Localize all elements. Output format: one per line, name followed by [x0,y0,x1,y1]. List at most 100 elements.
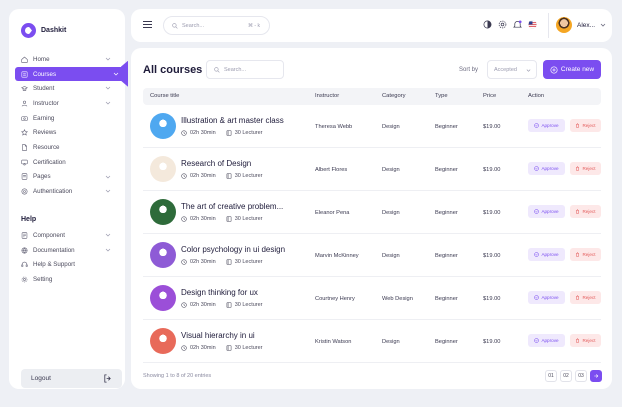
approve-button[interactable]: Approve [528,248,565,261]
sidebar-item-resource[interactable]: Resource [15,140,119,155]
notification-bell-icon[interactable] [513,20,522,29]
language-flag-icon[interactable] [528,20,537,29]
sidebar-item-label: Certification [33,158,66,166]
column-instructor[interactable]: Instructor [315,93,339,99]
table-row[interactable]: Design thinking for ux 02h 30min 30 Lectur… [143,277,601,320]
topbar-divider [548,13,549,38]
sidebar-item-home[interactable]: Home [15,52,119,67]
column-type[interactable]: Type [435,93,448,99]
table-row[interactable]: The art of creative problem... 02h 30min 3… [143,191,601,234]
global-search-placeholder: Search... [182,22,205,29]
page-02-button[interactable]: 02 [560,370,572,382]
reject-button[interactable]: Reject [570,291,601,304]
page-01-button[interactable]: 01 [545,370,557,382]
course-lectures: 30 Lecturer [234,259,263,265]
hamburger-menu-icon[interactable] [143,21,152,28]
theme-toggle-icon[interactable] [483,20,492,29]
sidebar-item-label: Component [33,231,65,239]
course-lectures: 30 Lecturer [234,216,263,222]
lecture-book-icon [226,216,232,222]
approve-button[interactable]: Approve [528,119,565,132]
course-title[interactable]: Illustration & art master class [181,116,284,125]
table-row[interactable]: Color psychology in ui design 02h 30min 30… [143,234,601,277]
sidebar-item-authentication[interactable]: Authentication [15,184,119,199]
sidebar-item-documentation[interactable]: Documentation [15,243,119,258]
next-page-button[interactable] [590,370,602,382]
course-lectures: 30 Lecturer [234,173,263,179]
course-meta: 02h 30min 30 Lecturer [181,259,263,265]
approve-button[interactable]: Approve [528,205,565,218]
sidebar-item-reviews[interactable]: Reviews [15,125,119,140]
reject-button[interactable]: Reject [570,119,601,132]
sidebar-item-setting[interactable]: Setting [15,272,119,287]
reject-button[interactable]: Reject [570,205,601,218]
course-meta: 02h 30min 30 Lecturer [181,216,263,222]
column-course-title[interactable]: Course title [150,93,179,99]
course-search-input[interactable]: Search... [206,60,284,79]
lecture-book-icon [226,259,232,265]
course-title[interactable]: Color psychology in ui design [181,245,285,254]
sidebar-item-certification[interactable]: Certification [15,155,119,170]
check-circle-icon [534,209,540,214]
table-row[interactable]: Research of Design 02h 30min 30 Lecturer Al… [143,148,601,191]
course-price: $19.00 [483,296,501,302]
course-title[interactable]: Research of Design [181,159,251,168]
approve-button[interactable]: Approve [528,334,565,347]
logout-icon [104,374,111,383]
course-title[interactable]: The art of creative problem... [181,202,283,211]
sidebar-item-pages[interactable]: Pages [15,170,119,185]
course-title[interactable]: Design thinking for ux [181,288,258,297]
approve-label: Approve [541,252,559,257]
documentation-icon [21,247,28,253]
sidebar-item-label: Student [33,85,55,93]
sidebar-item-component[interactable]: Component [15,228,119,243]
settings-gear-icon[interactable] [498,20,507,29]
table-row[interactable]: Visual hierarchy in ui 02h 30min 30 Lectur… [143,320,601,363]
sort-select[interactable]: Accepted [487,60,537,79]
check-circle-icon [534,295,540,300]
table-row[interactable]: Illustration & art master class 02h 30min… [143,105,601,148]
course-title[interactable]: Visual hierarchy in ui [181,331,255,340]
approve-label: Approve [541,209,559,214]
sidebar-item-courses[interactable]: Courses [15,66,127,82]
course-lectures: 30 Lecturer [234,345,263,351]
sidebar-item-earning[interactable]: Earning [15,111,119,126]
logout-button[interactable]: Logout [21,369,122,388]
clock-icon [181,259,187,265]
column-category[interactable]: Category [382,93,406,99]
lecture-book-icon [226,302,232,308]
create-new-button[interactable]: Create new [543,60,601,79]
column-action: Action [528,93,545,99]
column-price[interactable]: Price [483,93,496,99]
brand[interactable]: Dashkit [21,23,66,38]
pagination: 01 02 03 [545,370,602,382]
global-search-input[interactable]: Search... ⌘ - k [163,16,270,35]
course-duration: 02h 30min [190,345,216,351]
approve-button[interactable]: Approve [528,162,565,175]
approve-button[interactable]: Approve [528,291,565,304]
reject-label: Reject [582,252,596,257]
help-nav: Component Documentation Help & Support Sett… [15,228,119,287]
reject-button[interactable]: Reject [570,162,601,175]
plus-circle-icon [550,65,558,74]
brand-name: Dashkit [41,27,67,34]
page-03-button[interactable]: 03 [575,370,587,382]
trash-icon [576,209,580,214]
trash-icon [576,295,580,300]
sidebar-item-student[interactable]: Student [15,81,119,96]
sidebar-item-help-support[interactable]: Help & Support [15,257,119,272]
chevron-down-icon [600,23,606,27]
chevron-down-icon [105,175,111,178]
user-menu[interactable]: Alex... [556,17,606,33]
reject-label: Reject [582,338,596,343]
sidebar-item-instructor[interactable]: Instructor [15,96,119,111]
reject-button[interactable]: Reject [570,334,601,347]
chevron-down-icon [105,248,111,252]
lecture-book-icon [226,173,232,179]
course-thumbnail [150,242,176,268]
course-category: Design [382,339,400,345]
check-circle-icon [534,252,540,257]
headset-icon [21,261,28,268]
chevron-down-icon [105,101,111,105]
reject-button[interactable]: Reject [570,248,601,261]
